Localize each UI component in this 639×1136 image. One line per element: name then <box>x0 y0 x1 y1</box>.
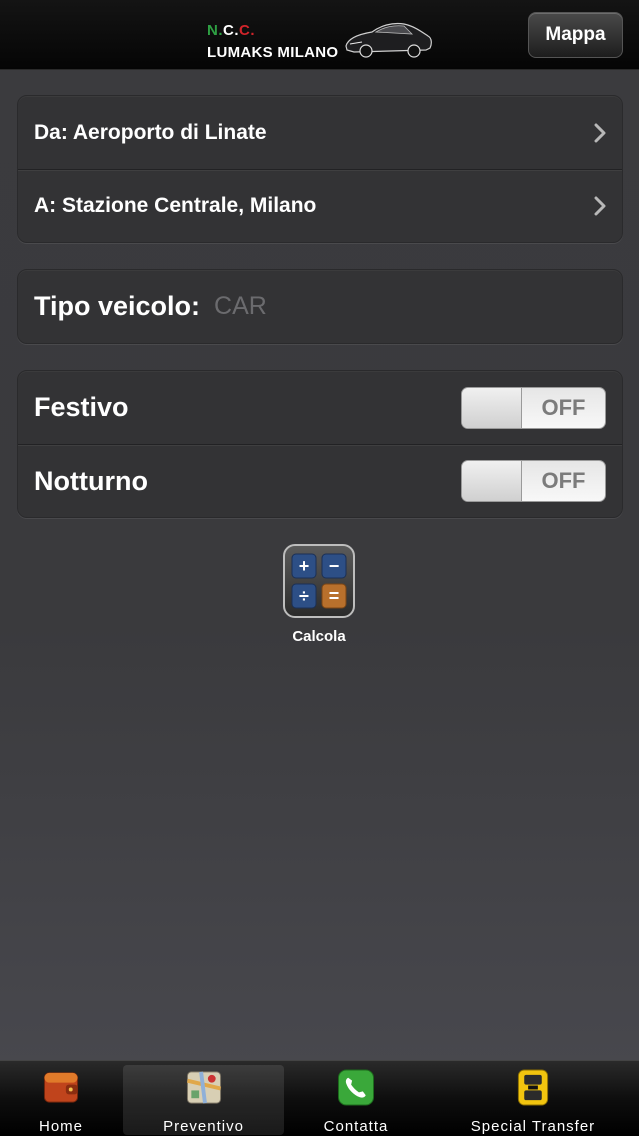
calculate-label: Calcola <box>292 628 346 645</box>
car-icon <box>345 22 432 58</box>
vehicle-type-value[interactable]: CAR <box>214 292 267 321</box>
tab-bar: Home Preventivo Contatta Special Transfe… <box>0 1060 639 1136</box>
wallet-icon <box>43 1072 79 1103</box>
calculate-button[interactable]: + − ÷ = Calcola <box>282 544 356 645</box>
route-group: Da: Aeroporto di Linate A: Stazione Cent… <box>17 95 623 243</box>
to-label: A: Stazione Centrale, Milano <box>34 194 317 217</box>
app-logo: N.C.C. LUMAKS MILANO <box>200 12 440 64</box>
toggle-state: OFF <box>541 394 586 420</box>
svg-text:+: + <box>299 556 310 576</box>
taxi-icon <box>517 1069 549 1106</box>
from-cell[interactable]: Da: Aeroporto di Linate <box>18 96 622 169</box>
map-icon <box>186 1071 221 1104</box>
toggle-knob <box>462 461 522 501</box>
tab-label: Special Transfer <box>470 1118 596 1135</box>
holiday-label: Festivo <box>34 392 129 422</box>
night-cell: Notturno OFF <box>18 444 622 517</box>
logo-company-name: LUMAKS MILANO <box>207 44 339 61</box>
toggle-state: OFF <box>541 468 586 493</box>
toggle-knob <box>462 387 522 428</box>
holiday-toggle[interactable]: OFF <box>461 386 606 429</box>
svg-text:−: − <box>329 556 340 576</box>
phone-icon <box>337 1069 375 1106</box>
chevron-right-icon <box>594 123 606 142</box>
vehicle-type-cell[interactable]: Tipo veicolo: CAR <box>18 270 622 343</box>
night-label: Notturno <box>34 465 148 496</box>
logo-ncc-text: N.C.C. <box>207 22 255 39</box>
holiday-cell: Festivo OFF <box>18 371 622 444</box>
vehicle-type-label: Tipo veicolo: <box>34 291 201 321</box>
vehicle-group: Tipo veicolo: CAR <box>17 269 623 344</box>
options-group: Festivo OFF Notturno OFF <box>17 370 623 518</box>
tab-label: Contatta <box>323 1118 389 1135</box>
tab-label: Home <box>38 1118 83 1135</box>
svg-text:=: = <box>329 586 340 606</box>
svg-text:÷: ÷ <box>299 586 309 606</box>
from-label: Da: Aeroporto di Linate <box>34 120 267 144</box>
night-toggle[interactable]: OFF <box>461 460 606 502</box>
tab-contatta[interactable]: Contatta <box>286 1065 426 1135</box>
to-cell[interactable]: A: Stazione Centrale, Milano <box>18 169 622 242</box>
calculator-icon: + − ÷ = <box>283 544 355 618</box>
tab-label: Preventivo <box>163 1118 244 1135</box>
tab-special-transfer[interactable]: Special Transfer <box>428 1065 638 1135</box>
map-button[interactable]: Mappa <box>528 12 623 58</box>
chevron-right-icon <box>594 196 606 216</box>
tab-preventivo[interactable]: Preventivo <box>123 1065 284 1135</box>
navigation-bar: N.C.C. LUMAKS MILANO Mappa <box>0 0 639 70</box>
tab-home[interactable]: Home <box>0 1065 122 1135</box>
